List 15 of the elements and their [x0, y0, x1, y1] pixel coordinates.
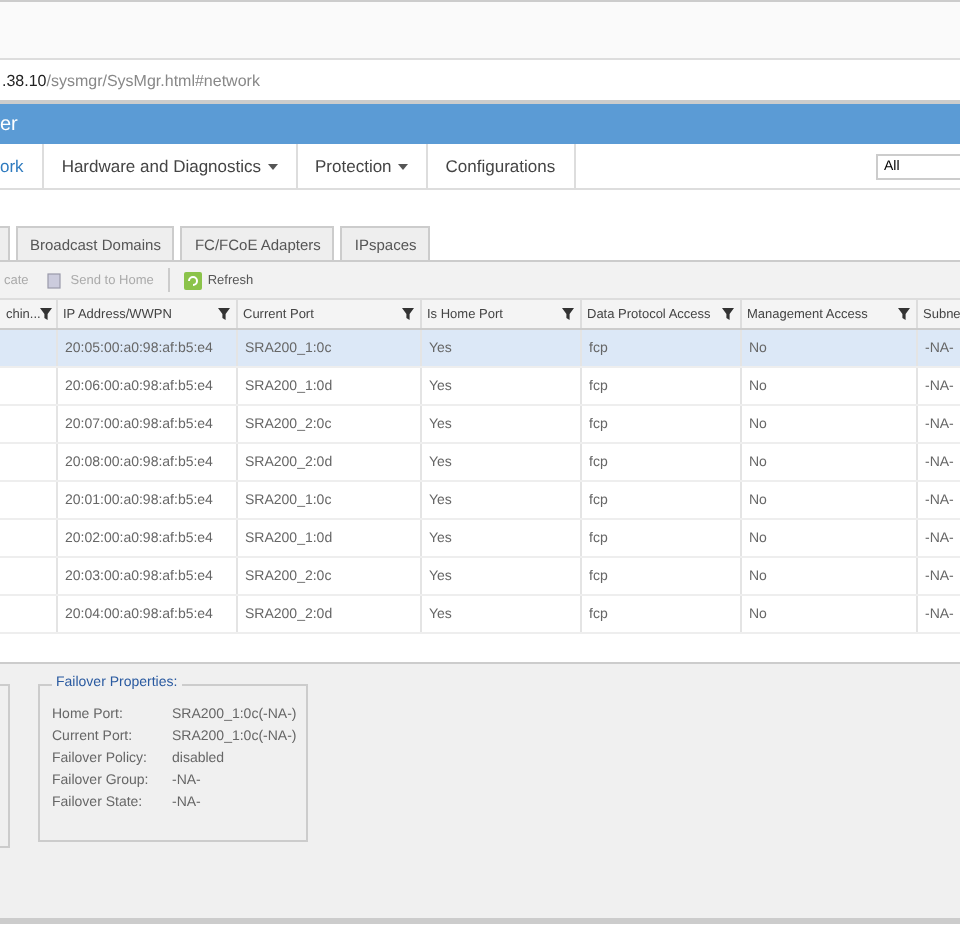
- app-title: er: [0, 113, 18, 135]
- filter-icon[interactable]: [897, 308, 909, 320]
- filter-icon[interactable]: [721, 308, 733, 320]
- filter-icon[interactable]: [217, 308, 229, 320]
- document-icon: [46, 271, 65, 289]
- caret-icon: [397, 163, 408, 169]
- nav-menu-item[interactable]: Protection: [297, 144, 428, 188]
- filter-icon[interactable]: [40, 308, 53, 320]
- nav-menu-item[interactable]: Hardware and Diagnostics: [43, 144, 298, 188]
- filter-icon[interactable]: [561, 308, 573, 320]
- filter-icon[interactable]: [401, 308, 413, 320]
- refresh-icon: [183, 271, 202, 289]
- nav-menu-item[interactable]: Configurations: [427, 144, 576, 188]
- caret-icon: [267, 163, 278, 169]
- nav-menu-item[interactable]: ork: [0, 144, 44, 188]
